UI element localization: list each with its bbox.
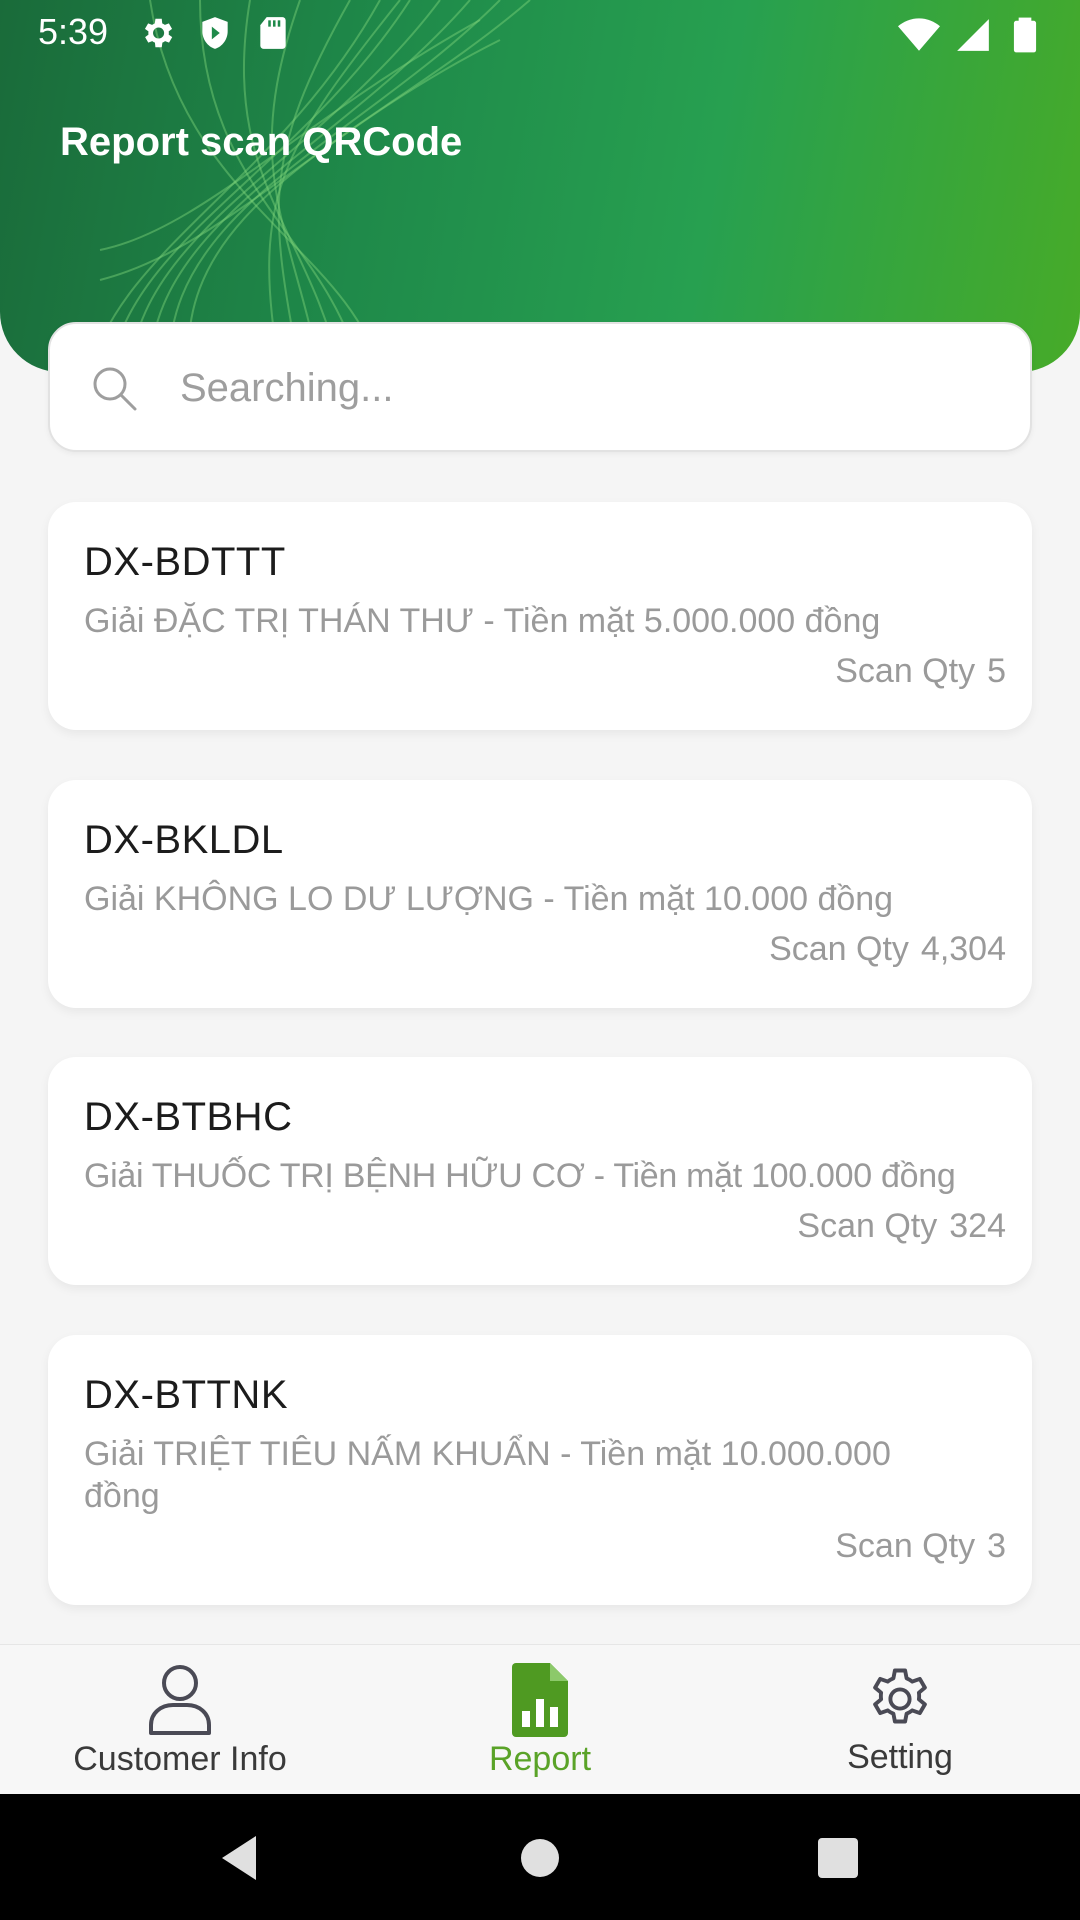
gear-icon: [873, 1668, 927, 1724]
page-title: Report scan QRCode: [60, 120, 463, 164]
scan-qty-value: 324: [949, 1207, 1006, 1245]
scan-qty-label: Scan Qty: [835, 1527, 976, 1565]
status-icons-right: [898, 14, 1044, 56]
item-scan-qty: Scan Qty 324: [797, 1207, 1006, 1246]
list-item[interactable]: DX-BTBHC Giải THUỐC TRỊ BỆNH HỮU CƠ - Ti…: [48, 1057, 1032, 1285]
scan-qty-value: 3: [987, 1527, 1006, 1565]
back-icon[interactable]: [210, 1828, 270, 1888]
recents-icon[interactable]: [808, 1828, 868, 1888]
search-input[interactable]: [178, 350, 1002, 426]
status-icons-left: [138, 14, 292, 52]
item-description: Giải THUỐC TRỊ BỆNH HỮU CƠ - Tiền mặt 10…: [84, 1157, 956, 1195]
home-icon[interactable]: [510, 1828, 570, 1888]
item-code: DX-BDTTT: [84, 540, 286, 584]
search-bar[interactable]: [48, 322, 1032, 452]
item-description: Giải KHÔNG LO DƯ LƯỢNG - Tiền mặt 10.000…: [84, 880, 894, 918]
item-scan-qty: Scan Qty 5: [835, 652, 1006, 691]
item-description: Giải ĐẶC TRỊ THÁN THƯ - Tiền mặt 5.000.0…: [84, 602, 881, 640]
item-description: Giải TRIỆT TIÊU NẤM KHUẨN - Tiền mặt 10.…: [84, 1435, 891, 1515]
report-icon: [512, 1663, 568, 1737]
nav-customer-info[interactable]: Customer Info: [30, 1663, 330, 1783]
item-scan-qty: Scan Qty 4,304: [769, 930, 1006, 969]
list-item[interactable]: DX-BKLDL Giải KHÔNG LO DƯ LƯỢNG - Tiền m…: [48, 780, 1032, 1008]
shield-icon: [202, 17, 228, 49]
signal-icon: [957, 19, 989, 51]
search-icon: [93, 367, 137, 411]
item-code: DX-BKLDL: [84, 818, 284, 862]
person-icon: [149, 1665, 211, 1735]
system-navigation-bar: [0, 1794, 1080, 1920]
status-time: 5:39: [38, 11, 109, 52]
bottom-navigation: Customer Info Report Setting: [0, 1644, 1080, 1795]
gear-icon: [144, 18, 173, 48]
scan-qty-label: Scan Qty: [835, 652, 976, 690]
wifi-icon: [898, 18, 940, 51]
scan-qty-label: Scan Qty: [797, 1207, 938, 1245]
scan-qty-value: 5: [987, 652, 1006, 690]
nav-report[interactable]: Report: [390, 1663, 690, 1783]
item-code: DX-BTBHC: [84, 1095, 293, 1139]
list-item[interactable]: DX-BTTNK Giải TRIỆT TIÊU NẤM KHUẨN - Tiề…: [48, 1335, 1032, 1605]
status-bar: 5:39: [0, 0, 1080, 66]
nav-label: Customer Info: [73, 1740, 287, 1778]
scan-qty-label: Scan Qty: [769, 930, 909, 968]
scan-qty-value: 4,304: [920, 930, 1006, 968]
nav-label: Setting: [847, 1738, 953, 1776]
item-code: DX-BTTNK: [84, 1373, 288, 1417]
nav-label: Report: [488, 1740, 592, 1778]
item-scan-qty: Scan Qty 3: [835, 1527, 1006, 1566]
report-screen: 5:39 Report scan QRCode Searching... DX-…: [0, 0, 1080, 1920]
battery-icon: [1013, 17, 1037, 53]
nav-setting[interactable]: Setting: [750, 1663, 1050, 1783]
header: 5:39 Report scan QRCode: [0, 0, 1080, 372]
sd-card-icon: [260, 17, 286, 49]
list-item[interactable]: DX-BDTTT Giải ĐẶC TRỊ THÁN THƯ - Tiền mặ…: [48, 502, 1032, 730]
